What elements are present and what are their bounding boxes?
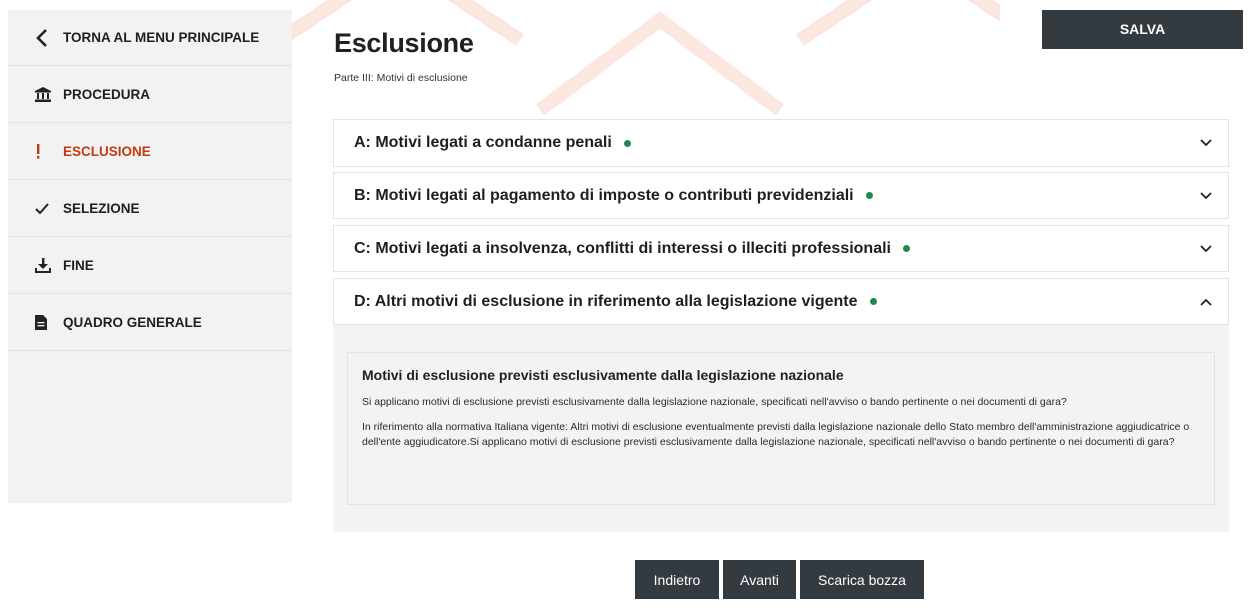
section-label: D: Altri motivi di esclusione in riferim… <box>354 292 858 310</box>
sidebar-item-back-to-main-menu[interactable]: TORNA AL MENU PRINCIPALE <box>8 10 292 66</box>
status-dot-icon <box>903 245 910 252</box>
section-label: A: Motivi legati a condanne penali <box>354 134 612 151</box>
sidebar-item-quadro-generale[interactable]: QUADRO GENERALE <box>8 294 292 351</box>
document-icon <box>35 314 63 330</box>
exclamation-icon <box>35 143 63 159</box>
sidebar-item-label: QUADRO GENERALE <box>63 314 202 330</box>
chevron-up-icon[interactable] <box>1200 298 1212 306</box>
download-draft-button[interactable]: Scarica bozza <box>800 560 924 599</box>
sidebar-item-label: FINE <box>63 257 94 273</box>
status-dot-icon <box>869 298 877 305</box>
sidebar-item-fine[interactable]: FINE <box>8 237 292 294</box>
accordion-panel-d: Motivi di esclusione previsti esclusivam… <box>333 325 1229 532</box>
criterion-heading: Motivi di esclusione previsti esclusivam… <box>362 367 844 383</box>
sidebar-item-procedura[interactable]: PROCEDURA <box>8 66 292 123</box>
status-dot-icon <box>623 139 631 147</box>
page-subtitle: Parte III: Motivi di esclusione <box>334 72 468 84</box>
chevron-down-icon[interactable] <box>1200 244 1212 253</box>
sidebar-item-selezione[interactable]: SELEZIONE <box>8 180 292 237</box>
save-button[interactable]: SALVA <box>1042 10 1243 49</box>
section-label: C: Motivi legati a insolvenza, conflitti… <box>354 239 891 257</box>
sidebar-item-label: TORNA AL MENU PRINCIPALE <box>63 30 260 45</box>
accordion-section-d[interactable]: D: Altri motivi di esclusione in riferim… <box>333 278 1229 325</box>
next-button[interactable]: Avanti <box>723 560 796 599</box>
criterion-description: In riferimento alla normativa Italiana v… <box>362 421 1190 448</box>
background-decoration <box>276 0 1000 116</box>
accordion-section-b[interactable]: B: Motivi legati al pagamento di imposte… <box>333 172 1229 219</box>
section-label: B: Motivi legati al pagamento di imposte… <box>354 186 854 204</box>
status-dot-icon <box>865 192 873 199</box>
sidebar: TORNA AL MENU PRINCIPALE PROCEDURA ESCLU… <box>8 10 292 503</box>
sidebar-item-esclusione[interactable]: ESCLUSIONE <box>8 123 292 180</box>
sidebar-item-label: ESCLUSIONE <box>63 143 151 159</box>
exclusion-criterion-card: Motivi di esclusione previsti esclusivam… <box>347 352 1215 505</box>
criterion-question: Si applicano motivi di esclusione previs… <box>362 396 1067 408</box>
chevron-down-icon[interactable] <box>1200 139 1212 147</box>
check-icon <box>35 202 63 214</box>
download-icon <box>35 257 63 273</box>
chevron-down-icon[interactable] <box>1200 191 1212 200</box>
chevron-left-icon <box>35 28 63 47</box>
accordion-section-c[interactable]: C: Motivi legati a insolvenza, conflitti… <box>333 225 1229 272</box>
bank-icon <box>35 86 63 102</box>
sidebar-item-label: SELEZIONE <box>63 200 140 216</box>
accordion-section-a[interactable]: A: Motivi legati a condanne penali <box>333 119 1229 167</box>
sidebar-item-label: PROCEDURA <box>63 86 151 102</box>
page-title: Esclusione <box>334 28 474 58</box>
back-button[interactable]: Indietro <box>635 560 719 599</box>
